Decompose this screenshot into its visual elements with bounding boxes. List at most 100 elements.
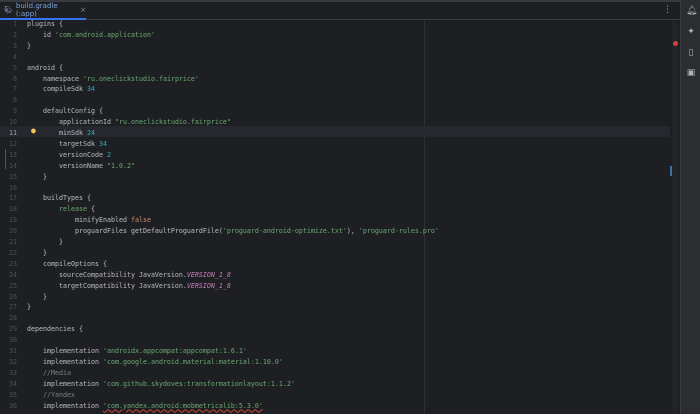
code-line[interactable]: 8 <box>0 95 680 106</box>
code-line[interactable]: 9 defaultConfig { <box>0 106 680 117</box>
code-line[interactable]: 11 minSdk 24 <box>0 128 680 139</box>
line-number[interactable]: 10 <box>0 117 17 128</box>
line-number[interactable]: 27 <box>0 302 17 313</box>
code-token: 'com.android.application' <box>55 30 155 39</box>
code-line[interactable]: 16 <box>0 183 680 194</box>
code-token: } <box>27 292 47 301</box>
line-number[interactable]: 28 <box>0 313 17 324</box>
line-code: implementation 'com.yandex.android:mobme… <box>27 401 263 412</box>
code-line[interactable]: 27} <box>0 302 680 313</box>
code-line[interactable]: 3} <box>0 41 680 52</box>
more-options-icon[interactable]: ⋮ <box>663 5 672 15</box>
line-number[interactable]: 34 <box>0 379 17 390</box>
code-token: } <box>27 303 31 312</box>
code-token: release <box>58 205 87 214</box>
line-number[interactable]: 35 <box>0 390 17 401</box>
code-line[interactable]: 35 //Yandex <box>0 390 680 401</box>
line-number[interactable]: 18 <box>0 204 17 215</box>
code-line[interactable]: 20 proguardFiles getDefaultProguardFile(… <box>0 226 680 237</box>
gemini-icon[interactable]: ✦ <box>686 27 696 37</box>
code-line[interactable]: 34 implementation 'com.github.skydoves:t… <box>0 379 680 390</box>
code-token: 24 <box>86 129 95 137</box>
code-token: 'com.github.skydoves:transformationlayou… <box>102 379 295 388</box>
line-number[interactable]: 36 <box>0 401 17 412</box>
line-number[interactable]: 14 <box>0 161 17 172</box>
code-line[interactable]: 25 targetCompatibility JavaVersion.VERSI… <box>0 281 680 292</box>
line-number[interactable]: 33 <box>0 368 17 379</box>
code-line[interactable]: 31 implementation 'androidx.appcompat:ap… <box>0 346 680 357</box>
code-line[interactable]: 18 release { <box>0 204 680 215</box>
code-line[interactable]: 21 } <box>0 237 680 248</box>
line-number[interactable]: 7 <box>0 84 17 95</box>
code-line[interactable]: 33 //Media <box>0 368 680 379</box>
line-number[interactable]: 17 <box>0 193 17 204</box>
line-number[interactable]: 4 <box>0 52 17 63</box>
code-line[interactable]: 19 minifyEnabled false <box>0 215 680 226</box>
code-token: defaultConfig { <box>27 107 103 116</box>
line-number[interactable]: 9 <box>0 106 17 117</box>
line-number[interactable]: 21 <box>0 237 17 248</box>
line-number[interactable]: 2 <box>0 30 17 41</box>
line-number[interactable]: 20 <box>0 226 17 237</box>
device-manager-icon[interactable]: ▯ <box>686 48 696 58</box>
line-number[interactable]: 15 <box>0 172 17 183</box>
line-code: } <box>27 41 31 52</box>
line-number[interactable]: 16 <box>0 183 17 194</box>
code-token: 34 <box>86 85 95 94</box>
error-indicator-icon[interactable] <box>673 41 678 46</box>
code-token: 34 <box>98 139 107 148</box>
notifications-icon[interactable]: 🔔︎ <box>686 6 697 16</box>
code-line[interactable]: 26 } <box>0 292 680 303</box>
code-line[interactable]: 14 versionName "1.0.2" <box>0 161 680 172</box>
code-line[interactable]: 23 compileOptions { <box>0 259 680 270</box>
lightbulb-intention-icon[interactable]: ● <box>31 127 37 135</box>
vertical-scrollbar[interactable] <box>672 21 678 414</box>
code-editor[interactable]: 1 plugins {2 id 'com.android.application'… <box>0 19 680 414</box>
line-number[interactable]: 22 <box>0 248 17 259</box>
code-line[interactable]: 30 <box>0 335 680 346</box>
line-number[interactable]: 6 <box>0 74 17 85</box>
line-number[interactable]: 26 <box>0 292 17 303</box>
code-line[interactable]: 12 targetSdk 34 <box>0 139 680 150</box>
line-number[interactable]: 5 <box>0 63 17 74</box>
code-line[interactable]: 22 } <box>0 248 680 259</box>
running-devices-icon[interactable]: ▣ <box>686 68 696 78</box>
line-number[interactable]: 12 <box>0 139 17 150</box>
tab-build-gradle-app[interactable]: 🐘︎ build.gradle (:app) × <box>0 2 86 20</box>
line-number[interactable]: 23 <box>0 259 17 270</box>
code-token: buildTypes { <box>27 194 91 203</box>
line-number[interactable]: 11 <box>0 128 17 139</box>
editor-tab-bar: 🐘︎ build.gradle (:app) × ⋮ <box>0 2 680 20</box>
code-line[interactable]: 7 compileSdk 34 <box>0 84 680 95</box>
line-number[interactable]: 19 <box>0 215 17 226</box>
code-line[interactable]: 2 id 'com.android.application' <box>0 30 680 41</box>
code-line[interactable]: 1 plugins { <box>0 19 680 30</box>
code-token: VERSION_1_8 <box>186 270 231 279</box>
close-tab-icon[interactable]: × <box>80 6 86 14</box>
line-number[interactable]: 1 <box>0 19 17 30</box>
code-line[interactable]: 10 applicationId "ru.oneclickstudio.fair… <box>0 117 680 128</box>
line-number[interactable]: 13 <box>0 150 17 161</box>
code-line[interactable]: 32 implementation 'com.google.android.ma… <box>0 357 680 368</box>
code-line[interactable]: 4 <box>0 52 680 63</box>
code-line[interactable]: 15 } <box>0 172 680 183</box>
line-number[interactable]: 32 <box>0 357 17 368</box>
line-number[interactable]: 31 <box>0 346 17 357</box>
code-token: proguardFiles getDefaultProguardFile( <box>27 227 223 236</box>
line-code: sourceCompatibility JavaVersion.VERSION_… <box>27 270 231 281</box>
code-line[interactable]: 6 namespace 'ru.oneclickstudio.fairprice… <box>0 74 680 85</box>
line-number[interactable]: 30 <box>0 335 17 346</box>
code-line[interactable]: 5 android { <box>0 63 680 74</box>
line-number[interactable]: 8 <box>0 95 17 106</box>
line-number[interactable]: 24 <box>0 270 17 281</box>
line-number[interactable]: 29 <box>0 324 17 335</box>
code-line[interactable]: 28 <box>0 313 680 324</box>
line-number[interactable]: 25 <box>0 281 17 292</box>
code-line[interactable]: 17 buildTypes { <box>0 193 680 204</box>
code-line[interactable]: 24 sourceCompatibility JavaVersion.VERSI… <box>0 270 680 281</box>
line-number[interactable]: 3 <box>0 41 17 52</box>
code-line[interactable]: 13 versionCode 2 <box>0 150 680 161</box>
code-line[interactable]: 36 implementation 'com.yandex.android:mo… <box>0 401 680 412</box>
code-line[interactable]: 29 dependencies { <box>0 324 680 335</box>
